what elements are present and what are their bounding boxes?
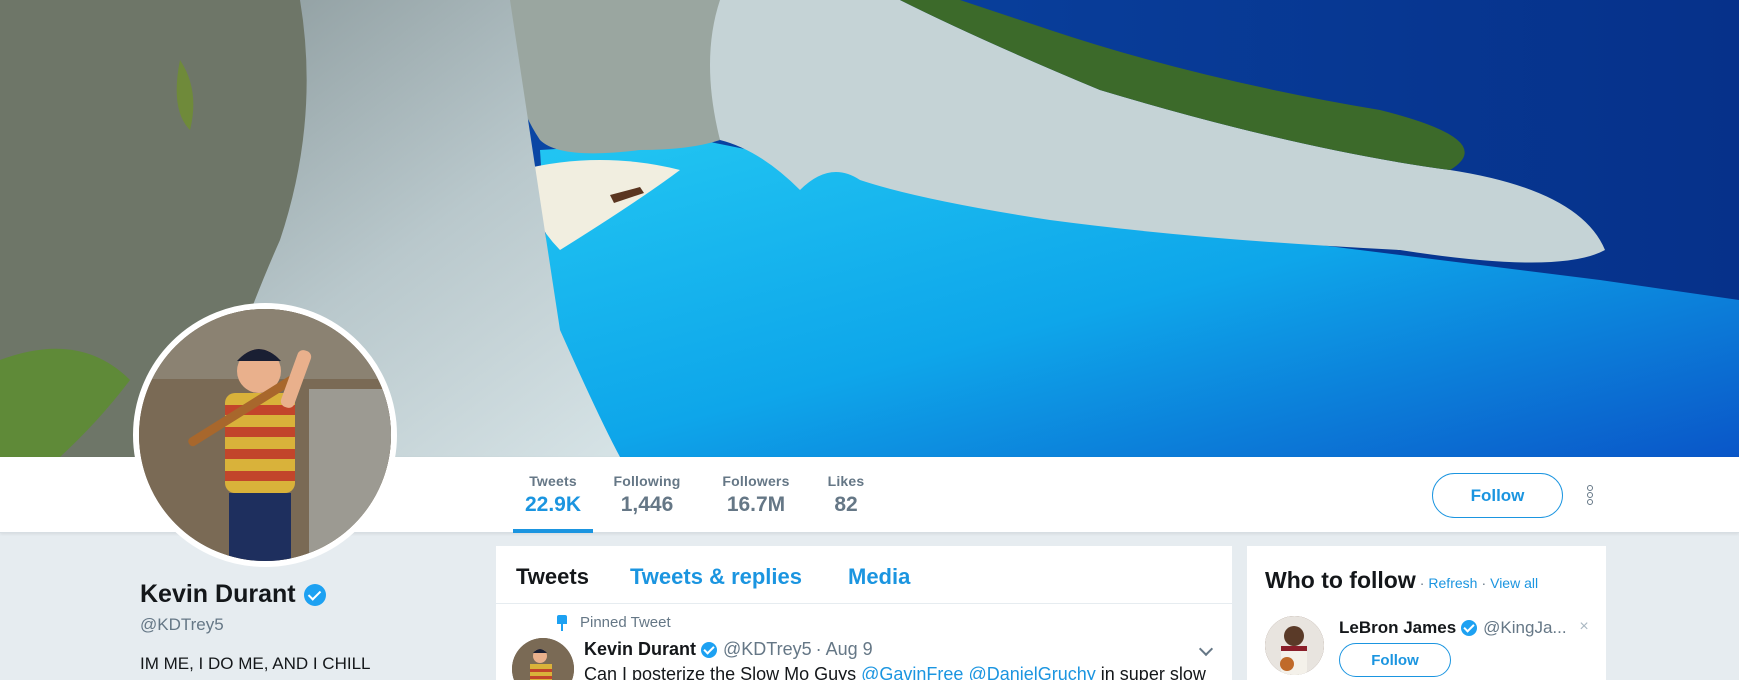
suggestion-name[interactable]: LeBron James bbox=[1339, 618, 1456, 638]
tweet-text: Can I posterize the Slow Mo Guys @GavinF… bbox=[584, 664, 1206, 680]
verified-icon bbox=[701, 641, 718, 658]
timeline-card: Tweets Tweets & replies Media Pinned Twe… bbox=[496, 546, 1232, 680]
view-all-link[interactable]: View all bbox=[1490, 575, 1538, 591]
close-icon[interactable]: × bbox=[1577, 619, 1591, 635]
profile-name-text: Kevin Durant bbox=[140, 580, 296, 608]
stat-value: 82 bbox=[834, 493, 858, 516]
tab-media[interactable]: Media bbox=[848, 564, 910, 590]
verified-icon bbox=[303, 583, 326, 606]
tweet-author-name[interactable]: Kevin Durant bbox=[584, 639, 696, 660]
suggestion-name-row: LeBron James @KingJa... bbox=[1339, 618, 1567, 638]
suggestion-follow-button[interactable]: Follow bbox=[1339, 643, 1451, 677]
suggestion-avatar[interactable] bbox=[1265, 616, 1324, 675]
tab-tweets[interactable]: Tweets bbox=[516, 564, 589, 590]
mention-link[interactable]: @DanielGruchy bbox=[968, 664, 1095, 680]
suggestion-handle[interactable]: @KingJa... bbox=[1483, 618, 1566, 638]
suggestion-avatar-image bbox=[1265, 616, 1324, 675]
tweet-author-handle[interactable]: @KDTrey5 bbox=[723, 639, 812, 660]
more-options-icon[interactable] bbox=[1584, 484, 1596, 510]
pin-icon bbox=[556, 614, 568, 631]
who-to-follow-header: Who to follow · Refresh · View all bbox=[1265, 567, 1538, 594]
profile-name: Kevin Durant bbox=[140, 580, 326, 609]
stat-followers[interactable]: Followers 16.7M bbox=[716, 473, 796, 533]
separator: · bbox=[1419, 575, 1425, 591]
follow-button[interactable]: Follow bbox=[1432, 473, 1563, 518]
tweet-separator: · bbox=[815, 639, 822, 659]
stat-value: 16.7M bbox=[726, 493, 786, 516]
profile-bio: IM ME, I DO ME, AND I CHILL bbox=[140, 654, 371, 673]
mention-link[interactable]: @GavinFree bbox=[861, 664, 963, 680]
tweet-date[interactable]: Aug 9 bbox=[826, 639, 873, 660]
profile-avatar[interactable] bbox=[133, 303, 397, 567]
timeline-tabs: Tweets Tweets & replies Media bbox=[496, 546, 1232, 604]
tweet-avatar-image bbox=[512, 638, 574, 680]
stat-likes[interactable]: Likes 82 bbox=[822, 473, 870, 533]
stat-label: Likes bbox=[827, 473, 865, 489]
stat-tweets[interactable]: Tweets 22.9K bbox=[513, 473, 593, 533]
separator: · bbox=[1481, 575, 1487, 591]
verified-icon bbox=[1461, 620, 1478, 636]
stat-label: Tweets bbox=[529, 473, 577, 489]
tweet-avatar[interactable] bbox=[512, 638, 574, 680]
tweet-text-start: Can I posterize the Slow Mo Guys bbox=[584, 664, 862, 680]
refresh-link[interactable]: Refresh bbox=[1428, 575, 1477, 591]
who-to-follow-card: Who to follow · Refresh · View all LeBro… bbox=[1247, 546, 1606, 680]
tab-tweets-replies[interactable]: Tweets & replies bbox=[630, 564, 802, 590]
stat-value: 1,446 bbox=[620, 493, 674, 516]
avatar-image bbox=[139, 309, 391, 561]
stat-label: Following bbox=[613, 473, 681, 489]
tweet-text-end: in super slow bbox=[1095, 664, 1206, 680]
profile-handle: @KDTrey5 bbox=[140, 615, 224, 634]
stat-value: 22.9K bbox=[524, 493, 582, 516]
who-to-follow-title: Who to follow bbox=[1265, 567, 1416, 593]
pinned-text: Pinned Tweet bbox=[580, 614, 671, 631]
stat-following[interactable]: Following 1,446 bbox=[607, 473, 687, 533]
tweet-header: Kevin Durant @KDTrey5 · Aug 9 bbox=[584, 639, 873, 660]
chevron-down-icon[interactable] bbox=[1199, 644, 1213, 658]
pinned-tweet-label: Pinned Tweet bbox=[556, 614, 671, 631]
stat-label: Followers bbox=[722, 473, 790, 489]
